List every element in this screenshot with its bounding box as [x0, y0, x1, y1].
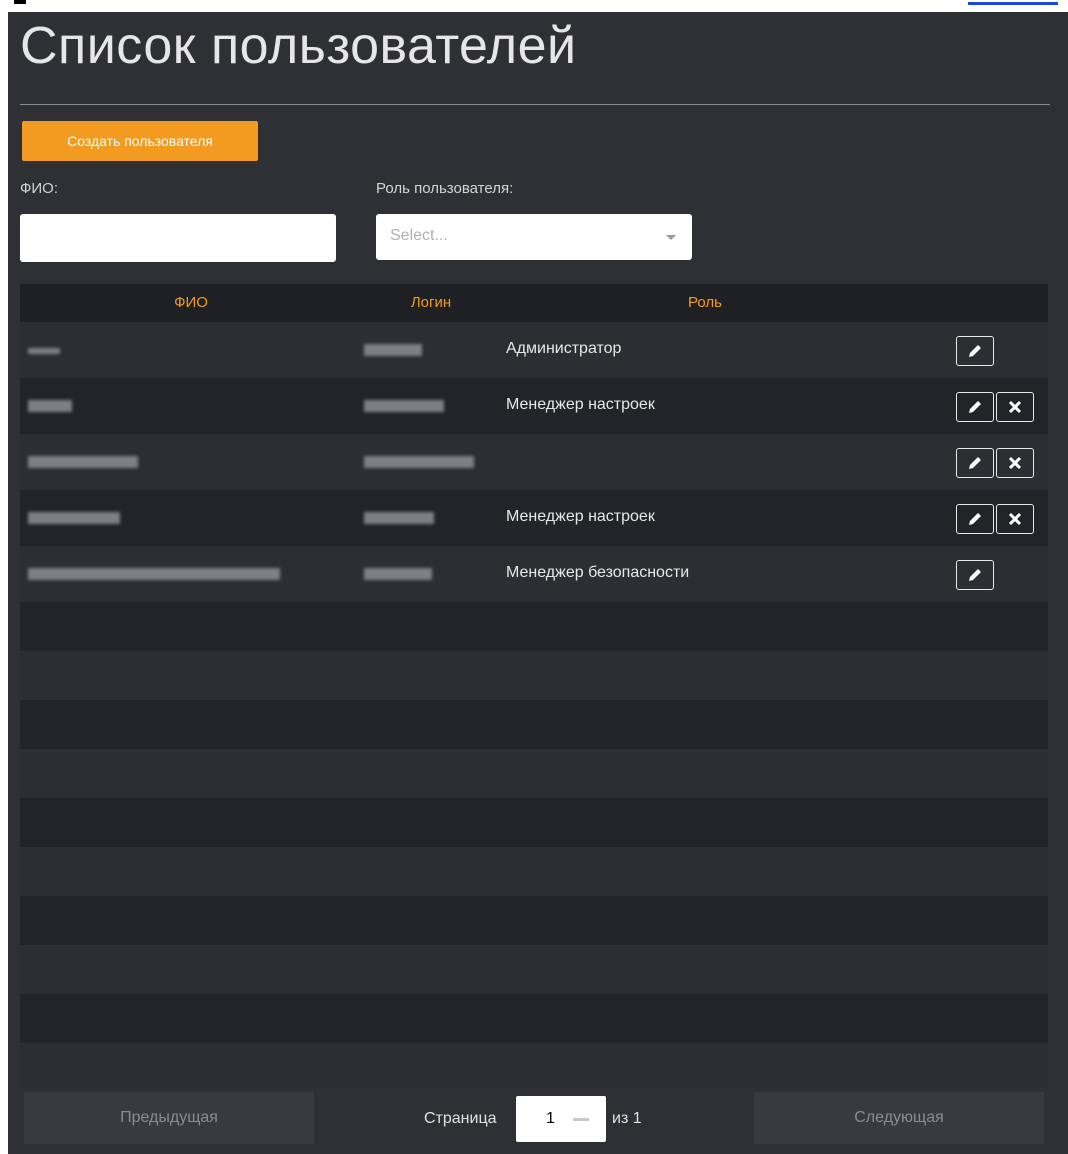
empty-row — [20, 700, 1048, 749]
empty-row — [20, 994, 1048, 1043]
row-role: Менеджер настроек — [506, 396, 655, 413]
title-divider — [20, 104, 1050, 105]
close-icon — [1008, 400, 1022, 414]
spinner-icon — [573, 1118, 589, 1121]
pencil-icon — [969, 457, 981, 469]
empty-row — [20, 749, 1048, 798]
page-number-input[interactable]: 1 — [516, 1096, 606, 1142]
redacted-fio — [28, 568, 280, 580]
edit-button[interactable] — [956, 336, 994, 366]
table-row: Менеджер настроек — [20, 490, 1048, 546]
fio-filter-input[interactable] — [20, 214, 336, 262]
pencil-icon — [969, 345, 981, 357]
empty-row — [20, 651, 1048, 700]
role-filter-label: Роль пользователя: — [376, 180, 514, 197]
role-select-placeholder: Select... — [390, 227, 448, 244]
pencil-icon — [969, 513, 981, 525]
row-role: Менеджер безопасности — [506, 564, 690, 581]
empty-row — [20, 847, 1048, 896]
next-page-button[interactable]: Следующая — [754, 1092, 1044, 1144]
clipped-link-underline — [968, 2, 1058, 5]
edit-button[interactable] — [956, 504, 994, 534]
users-table: ФИО Логин Роль Администратор Менеджер на… — [20, 284, 1048, 1092]
redacted-fio — [28, 512, 120, 524]
pencil-icon — [969, 569, 981, 581]
edit-button[interactable] — [956, 448, 994, 478]
close-icon — [1008, 456, 1022, 470]
edit-button[interactable] — [956, 560, 994, 590]
current-page-value: 1 — [546, 1110, 555, 1127]
row-role: Менеджер настроек — [506, 508, 655, 525]
close-icon — [1008, 512, 1022, 526]
clipped-top-strip — [0, 0, 1068, 12]
column-header-login[interactable]: Логин — [362, 294, 500, 311]
edit-button[interactable] — [956, 392, 994, 422]
page-label: Страница — [424, 1110, 497, 1127]
table-row: Менеджер безопасности — [20, 546, 1048, 602]
delete-button[interactable] — [996, 392, 1034, 422]
page-count-label: из 1 — [612, 1110, 642, 1127]
pagination: Предыдущая Страница 1 из 1 Следующая — [20, 1088, 1048, 1148]
chevron-down-icon — [666, 235, 676, 240]
redacted-fio — [28, 400, 72, 412]
pencil-icon — [969, 401, 981, 413]
table-row — [20, 434, 1048, 490]
create-user-button[interactable]: Создать пользователя — [22, 121, 258, 161]
empty-row — [20, 798, 1048, 847]
redacted-login — [364, 400, 444, 412]
clipped-glyph — [14, 0, 26, 4]
empty-row — [20, 602, 1048, 651]
page-title: Список пользователей — [20, 17, 577, 75]
table-row: Менеджер настроек — [20, 378, 1048, 434]
delete-button[interactable] — [996, 448, 1034, 478]
empty-row — [20, 945, 1048, 994]
redacted-login — [364, 568, 432, 580]
fio-filter-label: ФИО: — [20, 180, 59, 197]
table-row: Администратор — [20, 322, 1048, 378]
column-header-fio[interactable]: ФИО — [20, 294, 362, 311]
redacted-fio — [28, 348, 60, 354]
empty-row — [20, 896, 1048, 945]
redacted-login — [364, 512, 434, 524]
row-role: Администратор — [506, 340, 622, 357]
table-header: ФИО Логин Роль — [20, 284, 1048, 322]
previous-page-button[interactable]: Предыдущая — [24, 1092, 314, 1144]
redacted-fio — [28, 456, 138, 468]
empty-row — [20, 1043, 1048, 1092]
redacted-login — [364, 344, 422, 356]
role-filter-select[interactable]: Select... — [376, 214, 692, 260]
delete-button[interactable] — [996, 504, 1034, 534]
column-header-role[interactable]: Роль — [500, 294, 910, 311]
redacted-login — [364, 456, 474, 468]
